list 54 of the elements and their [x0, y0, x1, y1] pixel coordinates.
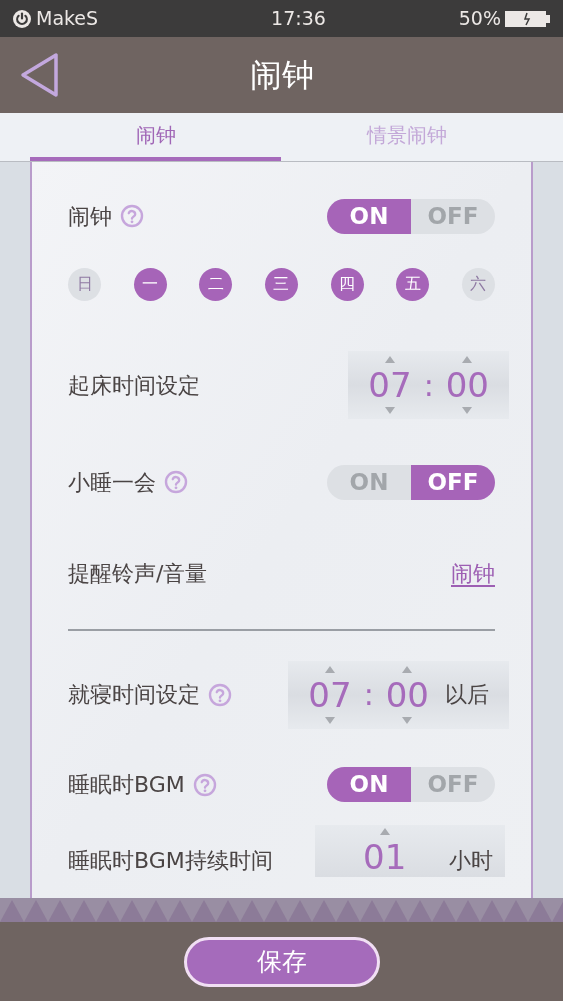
- down-arrow-icon[interactable]: [402, 716, 413, 724]
- time-value[interactable]: 07: [368, 365, 412, 405]
- setting-label: 就寝时间设定: [68, 681, 200, 709]
- up-arrow-icon[interactable]: [402, 665, 413, 673]
- clock-time: 17:36: [271, 6, 326, 32]
- setting-label: 睡眠时BGM持续时间: [68, 846, 273, 875]
- up-arrow-icon[interactable]: [325, 665, 335, 673]
- weekday-toggle[interactable]: 一: [133, 267, 167, 301]
- down-arrow-icon[interactable]: [462, 407, 473, 414]
- time-separator: :: [363, 676, 374, 714]
- on-option[interactable]: ON: [327, 767, 411, 802]
- time-picker[interactable]: 07 : 00 以后: [288, 660, 509, 729]
- time-picker[interactable]: 07 : 00: [348, 351, 509, 419]
- up-arrow-icon[interactable]: [385, 356, 395, 363]
- ringtone-link[interactable]: 闹钟: [451, 556, 495, 590]
- down-arrow-icon[interactable]: [325, 716, 335, 724]
- down-arrow-icon[interactable]: [385, 407, 395, 414]
- on-off-switch[interactable]: ON OFF: [327, 464, 495, 500]
- setting-label: 小睡一会: [68, 468, 156, 497]
- weekday-toggle[interactable]: 日: [68, 267, 101, 301]
- battery-icon: [505, 8, 551, 29]
- up-arrow-icon[interactable]: [379, 827, 390, 835]
- time-value[interactable]: 00: [385, 674, 429, 715]
- weekday-toggle[interactable]: 二: [199, 267, 233, 301]
- time-separator: :: [423, 366, 434, 405]
- setting-label: 起床时间设定: [68, 371, 200, 400]
- time-value[interactable]: 01: [363, 836, 407, 877]
- weekday-toggle[interactable]: 四: [330, 267, 364, 301]
- battery-percent: 50%: [458, 6, 501, 32]
- time-value[interactable]: 07: [308, 674, 352, 715]
- weekday-toggle[interactable]: 六: [461, 267, 495, 301]
- help-icon[interactable]: [208, 682, 232, 707]
- on-option[interactable]: ON: [327, 198, 411, 234]
- help-icon[interactable]: [120, 204, 144, 228]
- save-button[interactable]: 保存: [183, 936, 380, 987]
- duration-unit: 小时: [449, 846, 493, 875]
- power-icon: [12, 8, 32, 29]
- time-value[interactable]: 00: [445, 365, 489, 405]
- setting-label: 提醒铃声/音量: [68, 559, 208, 588]
- page-title: 闹钟: [249, 55, 314, 96]
- weekday-toggle[interactable]: 五: [396, 267, 430, 301]
- up-arrow-icon[interactable]: [462, 356, 473, 363]
- setting-label: 闹钟: [68, 202, 112, 231]
- help-icon[interactable]: [164, 470, 188, 494]
- time-suffix: 以后: [445, 681, 489, 709]
- off-option[interactable]: OFF: [411, 464, 495, 500]
- on-off-switch[interactable]: ON OFF: [327, 198, 495, 234]
- help-icon[interactable]: [192, 772, 217, 797]
- back-icon[interactable]: [20, 52, 60, 98]
- setting-label: 睡眠时BGM: [68, 771, 185, 799]
- weekday-toggle[interactable]: 三: [264, 267, 298, 301]
- app-name: MakeS: [36, 6, 99, 32]
- duration-picker[interactable]: 01 小时: [315, 824, 505, 877]
- on-off-switch[interactable]: ON OFF: [327, 767, 495, 802]
